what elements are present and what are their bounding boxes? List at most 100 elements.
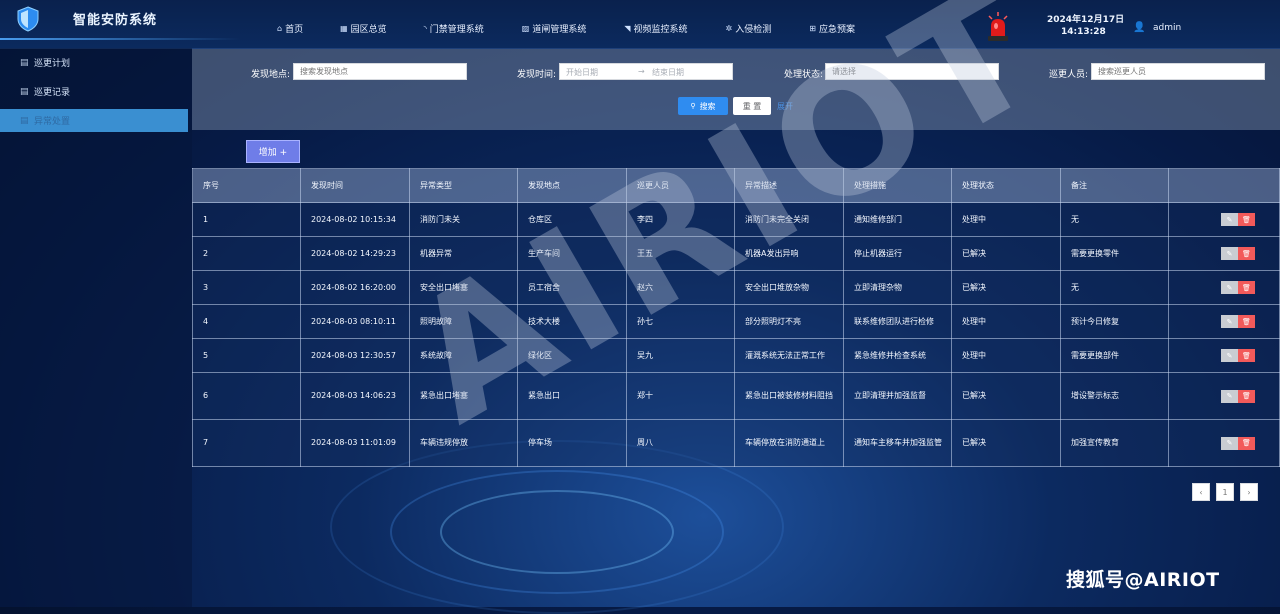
- table-cell: 部分照明灯不亮: [734, 304, 844, 339]
- delete-icon[interactable]: 🗑: [1238, 315, 1255, 328]
- delete-icon[interactable]: 🗑: [1238, 213, 1255, 226]
- row-actions: ✎ 🗑: [1168, 372, 1280, 420]
- table-cell: 6: [192, 372, 301, 420]
- current-time: 14:13:28: [1061, 27, 1106, 37]
- sidebar-item-exception-handling[interactable]: ▤ 异常处置: [0, 109, 188, 132]
- table-cell: 2024-08-02 16:20:00: [300, 270, 410, 305]
- shield-logo-icon: [17, 6, 39, 32]
- nav-label: 首页: [285, 25, 304, 35]
- patroller-search-input[interactable]: [1091, 63, 1265, 80]
- table-cell: 3: [192, 270, 301, 305]
- add-button[interactable]: 增加 +: [246, 140, 300, 163]
- edit-icon[interactable]: ✎: [1221, 349, 1238, 362]
- table-row: 2 2024-08-02 14:29:23 机器异常 生产车间 王五 机器A发出…: [192, 236, 1280, 271]
- row-actions: ✎ 🗑: [1168, 419, 1280, 467]
- delete-icon[interactable]: 🗑: [1238, 281, 1255, 294]
- nav-label: 道闸管理系统: [532, 25, 587, 35]
- app-title: 智能安防系统: [73, 13, 158, 28]
- table-row: 4 2024-08-03 08:10:11 照明故障 技术大楼 孙七 部分照明灯…: [192, 304, 1280, 339]
- table-cell: 紧急出口: [517, 372, 627, 420]
- expand-link[interactable]: 展开: [777, 101, 793, 112]
- table-cell: 照明故障: [409, 304, 518, 339]
- table-cell: 2024-08-02 10:15:34: [300, 202, 410, 237]
- table-cell: 安全出口堆放杂物: [734, 270, 844, 305]
- edit-icon[interactable]: ✎: [1221, 389, 1238, 403]
- delete-icon[interactable]: 🗑: [1238, 247, 1255, 260]
- table-cell: 周八: [626, 419, 735, 467]
- location-label: 发现地点:: [251, 70, 291, 80]
- column-header: 巡更人员: [626, 168, 735, 203]
- delete-icon[interactable]: 🗑: [1238, 389, 1255, 403]
- reset-button[interactable]: 重 置: [733, 97, 771, 115]
- edit-icon[interactable]: ✎: [1221, 213, 1238, 226]
- table-cell: 立即清理杂物: [843, 270, 952, 305]
- edit-icon[interactable]: ✎: [1221, 281, 1238, 294]
- delete-icon[interactable]: 🗑: [1238, 436, 1255, 450]
- table-cell: 2024-08-03 12:30:57: [300, 338, 410, 373]
- table-cell: 已解决: [951, 270, 1061, 305]
- status-select[interactable]: [825, 63, 999, 80]
- nav-label: 门禁管理系统: [429, 25, 484, 35]
- sidebar-item-patrol-plan[interactable]: ▤ 巡更计划: [0, 51, 188, 74]
- table-cell: 无: [1060, 202, 1169, 237]
- user-icon[interactable]: 👤: [1133, 22, 1145, 33]
- table-cell: 已解决: [951, 372, 1061, 420]
- exception-table: 序号 发现时间 异常类型 发现地点 巡更人员 异常描述 处理措施 处理状态 备注…: [192, 168, 1280, 467]
- nav-label: 视频监控系统: [633, 25, 688, 35]
- table-cell: 绿化区: [517, 338, 627, 373]
- table-cell: 通知维修部门: [843, 202, 952, 237]
- edit-icon[interactable]: ✎: [1221, 247, 1238, 260]
- row-actions: ✎ 🗑: [1168, 236, 1280, 271]
- sidebar-item-label: 巡更计划: [34, 59, 71, 69]
- delete-icon[interactable]: 🗑: [1238, 349, 1255, 362]
- status-label: 处理状态:: [784, 70, 824, 80]
- user-name[interactable]: admin: [1153, 23, 1181, 33]
- nav-access-control[interactable]: ◝ 门禁管理系统: [424, 22, 484, 35]
- patroller-label: 巡更人员:: [1049, 70, 1089, 80]
- table-cell: 系统故障: [409, 338, 518, 373]
- search-button[interactable]: ⚲ 搜索: [678, 97, 728, 115]
- nav-video-surveillance[interactable]: ◥ 视频监控系统: [624, 22, 687, 35]
- bg-ring: [440, 490, 674, 574]
- nav-road-gate[interactable]: ▨ 道闸管理系统: [522, 22, 587, 35]
- nav-intrusion-detection[interactable]: ✲ 入侵检测: [726, 22, 772, 35]
- nav-label: 应急预案: [818, 25, 855, 35]
- prev-page-button[interactable]: ‹: [1192, 483, 1210, 501]
- table-row: 6 2024-08-03 14:06:23 紧急出口堵塞 紧急出口 郑十 紧急出…: [192, 372, 1280, 420]
- date-range-picker[interactable]: 开始日期 → 结束日期: [559, 63, 733, 80]
- table-cell: 无: [1060, 270, 1169, 305]
- end-date-placeholder: 结束日期: [652, 68, 684, 77]
- nav-home[interactable]: ⌂ 首页: [277, 22, 303, 35]
- page-number-button[interactable]: 1: [1216, 483, 1234, 501]
- table-cell: 已解决: [951, 419, 1061, 467]
- table-row: 5 2024-08-03 12:30:57 系统故障 绿化区 吴九 灌溉系统无法…: [192, 338, 1280, 373]
- search-button-label: 搜索: [699, 101, 716, 111]
- access-control-icon: ◝: [423, 24, 427, 33]
- edit-icon[interactable]: ✎: [1221, 436, 1238, 450]
- table-cell: 7: [192, 419, 301, 467]
- column-header: 异常类型: [409, 168, 518, 203]
- table-cell: 紧急出口堵塞: [409, 372, 518, 420]
- table-cell: 立即清理并加强监督: [843, 372, 952, 420]
- sidebar-item-label: 巡更记录: [34, 88, 71, 98]
- time-label: 发现时间:: [517, 70, 557, 80]
- nav-emergency-plan[interactable]: ⊞ 应急预案: [809, 22, 855, 35]
- nav-park-overview[interactable]: ▦ 园区总览: [340, 22, 387, 35]
- table-cell: 处理中: [951, 338, 1061, 373]
- location-search-input[interactable]: [293, 63, 467, 80]
- table-cell: 2024-08-03 14:06:23: [300, 372, 410, 420]
- next-page-button[interactable]: ›: [1240, 483, 1258, 501]
- column-header: 处理措施: [843, 168, 952, 203]
- top-nav: ⌂ 首页 ▦ 园区总览 ◝ 门禁管理系统 ▨ 道闸管理系统 ◥ 视频监控系统 ✲ 入侵检测 …: [270, 22, 855, 35]
- sidebar-item-patrol-record[interactable]: ▤ 巡更记录: [0, 80, 188, 103]
- column-header: 备注: [1060, 168, 1169, 203]
- table-cell: 消防门未完全关闭: [734, 202, 844, 237]
- current-date: 2024年12月17日: [1047, 15, 1125, 25]
- range-arrow-icon: →: [638, 67, 645, 76]
- edit-icon[interactable]: ✎: [1221, 315, 1238, 328]
- document-icon: ▤: [20, 57, 29, 68]
- alarm-light-icon[interactable]: [986, 12, 1010, 42]
- table-cell: 紧急维修并检查系统: [843, 338, 952, 373]
- row-actions: ✎ 🗑: [1168, 202, 1280, 237]
- table-cell: 1: [192, 202, 301, 237]
